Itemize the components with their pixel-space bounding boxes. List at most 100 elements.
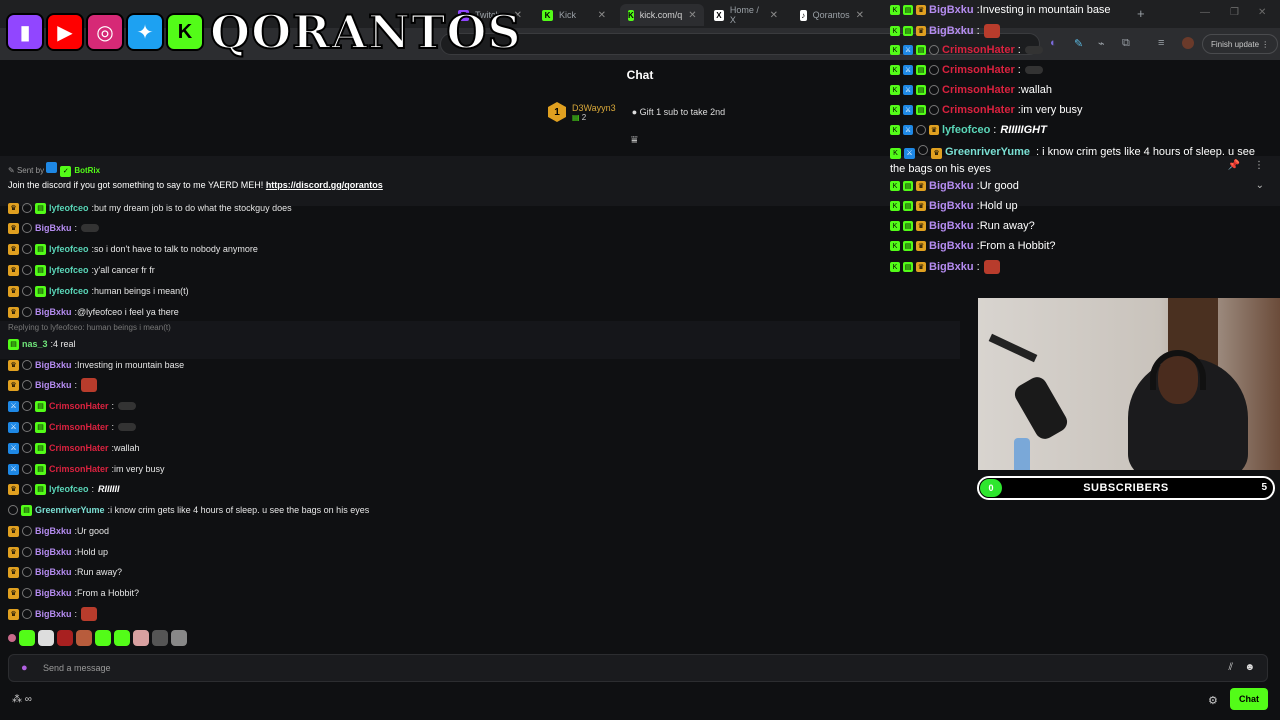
send-chat-button[interactable]: Chat [1230, 688, 1268, 710]
chat-message[interactable]: ♛ ▤ lyfeofceo: so i don't have to talk to … [8, 241, 258, 257]
emote-icon[interactable] [133, 630, 149, 646]
browser-tab[interactable]: X Home / X ✕ [706, 4, 786, 26]
chat-message[interactable]: ♛ BigBxku: Investing in mountain base [8, 357, 184, 373]
chat-message[interactable]: ♛ ▤ lyfeofceo: y'all cancer fr fr [8, 262, 155, 278]
colon-separator: : [111, 422, 115, 432]
chat-message[interactable]: ▤ GreenriverYume: i know crim gets like 4… [8, 502, 369, 518]
overlay-chat-message: K ▤ ♛ BigBxku : [890, 260, 1000, 274]
emoji-icon[interactable]: ☻ [1244, 662, 1255, 673]
chat-message[interactable]: ⚔ ▤ CrimsonHater: [8, 398, 137, 414]
sub-badge-icon: ▤ [35, 264, 46, 276]
chat-username[interactable]: BigBxku [35, 526, 72, 536]
sub-badge-icon: ▤ [903, 241, 913, 251]
crown-badge-icon: ♛ [8, 379, 19, 391]
chat-username[interactable]: BigBxku [35, 360, 72, 370]
close-tab-icon[interactable]: ✕ [598, 10, 606, 21]
chat-message[interactable]: ⚔ ▤ CrimsonHater: wallah [8, 440, 140, 456]
chat-username[interactable]: BigBxku [35, 380, 72, 390]
chat-username[interactable]: lyfeofceo [49, 484, 89, 494]
crown-badge-icon: ♛ [929, 125, 939, 135]
crown-badge-icon: ♛ [8, 546, 19, 558]
chat-username[interactable]: BigBxku [35, 223, 72, 233]
close-tab-icon[interactable]: ✕ [856, 10, 864, 21]
chat-username[interactable]: nas_3 [22, 339, 48, 349]
overlay-username: BigBxku [929, 261, 974, 273]
emote-image: RIIIIII [98, 484, 120, 494]
chat-message[interactable]: ♛ BigBxku: @lyfeofceo i feel ya there [8, 304, 179, 320]
emote-icon[interactable] [171, 630, 187, 646]
chat-username[interactable]: lyfeofceo [49, 244, 89, 254]
loyalty-badge-icon [22, 422, 32, 432]
chat-message[interactable]: ⚔ ▤ CrimsonHater: im very busy [8, 461, 165, 477]
screen: T Twitch ✕ K Kick ✕ Kkick.com/q ✕ X Home / X ✕ ♪ Qor… [0, 0, 1280, 720]
logo-text: QORANTOS [209, 4, 522, 60]
chat-text: Hold up [77, 547, 109, 557]
browser-tab[interactable]: ♪ Qorantos ✕ [792, 4, 872, 26]
message-input[interactable]: ● Send a message ⫽ ☻ [8, 654, 1268, 682]
chat-message[interactable]: ♛ BigBxku: Run away? [8, 564, 122, 580]
kick-badge-icon: K [890, 201, 900, 211]
browser-tab[interactable]: Kkick.com/q ✕ [620, 4, 704, 26]
overlay-username: CrimsonHater [942, 64, 1015, 76]
colon-separator: : [1033, 146, 1043, 158]
chat-username[interactable]: BigBxku [35, 609, 72, 619]
chat-text: @lyfeofceo i feel ya there [77, 307, 179, 317]
chat-message[interactable]: ♛ BigBxku: From a Hobbit? [8, 585, 139, 601]
chat-message[interactable]: ▤ nas_3: 4 real [8, 336, 76, 352]
emote-icon[interactable] [114, 630, 130, 646]
chat-username[interactable]: lyfeofceo [49, 286, 89, 296]
sub-badge-icon: ▤ [35, 483, 46, 495]
kick-badge-icon: K [890, 65, 900, 75]
chat-message[interactable]: ♛ ▤ lyfeofceo: but my dream job is to do w… [8, 200, 292, 216]
reply-context: Replying to lyfeofceo: human beings i me… [8, 323, 171, 332]
top-gifter[interactable]: 1 D3Wayyn3 ▤ 2 ● Gift 1 sub to take 2nd [548, 102, 725, 122]
gear-icon[interactable]: ⚙ [1208, 694, 1218, 707]
chat-username[interactable]: BigBxku [35, 588, 72, 598]
tab-label: kick.com/q [639, 10, 683, 20]
chat-message[interactable]: ♛ ▤ lyfeofceo: human beings i mean(t) [8, 283, 189, 299]
chat-message[interactable]: ♛ BigBxku: Hold up [8, 544, 108, 560]
emote-icon[interactable] [8, 634, 16, 642]
emote-icon[interactable] [19, 630, 35, 646]
overlay-username: BigBxku [929, 240, 974, 252]
discord-link[interactable]: https://discord.gg/qorantos [266, 180, 383, 190]
chat-username[interactable]: CrimsonHater [49, 401, 109, 411]
chat-message[interactable]: ♛ BigBxku: [8, 606, 98, 622]
emote-image [81, 378, 98, 392]
emote-image [118, 423, 137, 431]
chat-message[interactable]: ⚔ ▤ CrimsonHater: [8, 419, 137, 435]
chat-username[interactable]: BigBxku [35, 307, 72, 317]
kick-emote-icon[interactable]: ⫽ [1229, 662, 1233, 673]
chat-username[interactable]: lyfeofceo [49, 203, 89, 213]
emote-icon[interactable] [76, 630, 92, 646]
chat-username[interactable]: BigBxku [35, 567, 72, 577]
gift-sub-button[interactable]: ● Gift 1 sub to take 2nd [632, 107, 726, 117]
chat-username[interactable]: BigBxku [35, 547, 72, 557]
chat-message[interactable]: ♛ BigBxku: Ur good [8, 523, 109, 539]
close-tab-icon[interactable]: ✕ [688, 10, 696, 21]
emote-icon[interactable] [152, 630, 168, 646]
rank-badge: 1 [548, 102, 566, 122]
mod-badge-icon: ⚔ [903, 105, 913, 115]
close-tab-icon[interactable]: ✕ [770, 10, 778, 21]
chat-username[interactable]: CrimsonHater [49, 443, 109, 453]
chat-username[interactable]: CrimsonHater [49, 422, 109, 432]
loyalty-badge-icon [22, 567, 32, 577]
microphone-icon[interactable]: ● [21, 662, 28, 674]
emote-icon[interactable] [38, 630, 54, 646]
loyalty-badge-icon [929, 105, 939, 115]
browser-tab[interactable]: K Kick ✕ [534, 4, 614, 26]
chat-message[interactable]: ♛ ▤ lyfeofceo: RIIIIII [8, 481, 120, 497]
emote-bar [8, 630, 187, 646]
overlay-text: Investing in mountain base [979, 4, 1111, 16]
collapse-icon[interactable]: ⩸ [631, 134, 638, 147]
chat-username[interactable]: CrimsonHater [49, 464, 109, 474]
emote-icon[interactable] [95, 630, 111, 646]
gifter-count: ▤ 2 [572, 112, 587, 122]
emote-icon[interactable] [57, 630, 73, 646]
chat-message[interactable]: ♛ BigBxku: [8, 220, 100, 236]
chat-username[interactable]: GreenriverYume [35, 505, 105, 515]
chat-username[interactable]: lyfeofceo [49, 265, 89, 275]
infinity-icon[interactable]: ⁂ ∞ [12, 694, 32, 705]
chat-message[interactable]: ♛ BigBxku: [8, 377, 98, 393]
